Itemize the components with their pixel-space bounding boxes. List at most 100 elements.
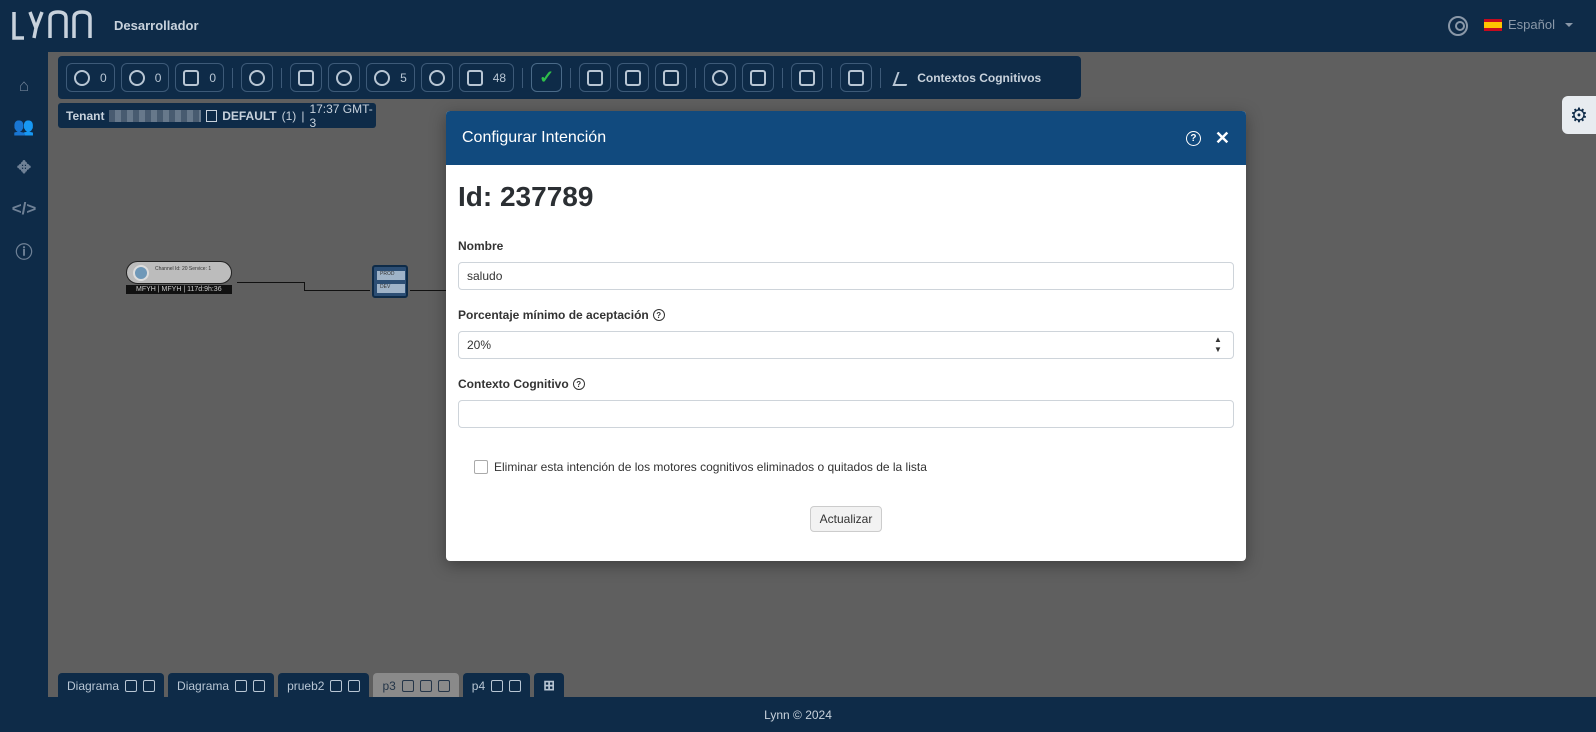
remove-intent-checkbox[interactable] [474, 460, 488, 474]
excel-button[interactable] [655, 63, 688, 92]
users-icon [74, 69, 90, 86]
name-field[interactable]: saludo [458, 262, 1234, 290]
spin-down-icon[interactable]: ▼ [1214, 345, 1222, 355]
tab-diagrama-1[interactable]: Diagrama [58, 673, 165, 698]
bar-chart-icon [298, 69, 315, 86]
edit-icon[interactable] [330, 679, 343, 692]
trash-icon[interactable] [253, 679, 266, 692]
separator [232, 67, 234, 88]
code-icon[interactable]: </> [12, 197, 37, 221]
tenant-name-redacted [109, 109, 201, 122]
cognitive-contexts-button[interactable]: Contextos Cognitivos [893, 70, 1041, 86]
bots-button[interactable]: 0 [175, 63, 225, 92]
name-label: Nombre [458, 239, 504, 253]
trash-icon[interactable] [348, 679, 361, 692]
validate-button[interactable]: ✓ [531, 63, 563, 92]
separator [880, 67, 882, 88]
settings-gear-icon[interactable]: ⚙ [1562, 96, 1596, 134]
upload-button[interactable] [617, 63, 650, 92]
at-sign-icon [336, 69, 353, 86]
context-field[interactable] [458, 400, 1234, 428]
home-icon[interactable]: ⌂ [12, 74, 36, 98]
plugins-button[interactable]: 48 [458, 63, 515, 92]
chevron-down-icon [1564, 22, 1573, 27]
users-icon[interactable]: 👥 [12, 115, 36, 139]
modal-title: Configurar Intención [462, 129, 607, 146]
tab-diagrama-2[interactable]: Diagrama [168, 673, 275, 698]
chat-icon [133, 265, 149, 281]
edit-icon[interactable] [491, 679, 504, 692]
tab-p4[interactable]: p4 [462, 673, 531, 698]
separator [831, 67, 833, 88]
cloud-upload-icon [712, 69, 729, 86]
trash-icon[interactable] [509, 679, 522, 692]
chats-button[interactable]: 0 [120, 63, 170, 92]
tab-prueb2[interactable]: prueb2 [278, 673, 370, 698]
help-icon[interactable]: ? [572, 378, 585, 390]
tab-p3[interactable]: p3 [373, 673, 459, 698]
edit-icon[interactable] [419, 679, 432, 692]
number-spinner[interactable]: ▲ ▼ [1207, 334, 1229, 356]
flow-icon[interactable]: ✥ [12, 156, 36, 180]
edit-icon[interactable] [125, 679, 138, 692]
bot-icon [183, 69, 200, 86]
cloud-upload-button[interactable] [704, 63, 737, 92]
cognitive-icon [893, 70, 911, 86]
toolbar: 0 0 0 5 48 ✓ Contextos Cognitivos [58, 56, 1081, 99]
channel-node[interactable]: Channel Id: 20 Service: 1 [126, 261, 232, 284]
sitemap-icon[interactable] [401, 679, 414, 692]
context-label: Contexto Cognitivo ? [458, 377, 1234, 391]
clean-button[interactable] [742, 63, 775, 92]
help-icon[interactable]: ? [1185, 130, 1201, 146]
spain-flag-icon [1484, 18, 1502, 31]
tenant-label: Tenant [66, 108, 105, 123]
trash-icon[interactable] [437, 679, 450, 692]
percent-label: Porcentaje mínimo de aceptación ? [458, 308, 1234, 322]
user-icon[interactable] [1448, 16, 1468, 36]
collapse-button[interactable] [840, 63, 873, 92]
location-button[interactable] [420, 63, 453, 92]
remove-intent-option[interactable]: Eliminar esta intención de los motores c… [474, 460, 1234, 474]
environment-node[interactable]: PROD DEV [372, 265, 408, 298]
megaphone-icon [799, 69, 816, 86]
role-label: Desarrollador [114, 18, 199, 33]
spin-up-icon[interactable]: ▲ [1214, 335, 1222, 345]
separator [281, 67, 283, 88]
tenant-env: DEFAULT [222, 108, 277, 123]
connector-line [410, 290, 446, 291]
messages-button[interactable] [241, 63, 274, 92]
info-icon[interactable]: ⓘ [12, 238, 36, 262]
trash-icon[interactable] [143, 679, 156, 692]
tenant-count: (1) [281, 108, 297, 123]
help-icon[interactable]: ? [652, 309, 665, 321]
download-button[interactable] [579, 63, 612, 92]
footer: Lynn © 2024 [0, 699, 1596, 732]
add-tab-button[interactable]: ⊞ [534, 673, 565, 698]
percent-field[interactable]: 20% ▲ ▼ [458, 331, 1234, 359]
language-selector[interactable]: Español [1484, 17, 1573, 32]
agents-button[interactable]: 0 [66, 63, 115, 92]
close-icon[interactable]: ✕ [1215, 128, 1230, 149]
broadcast-button[interactable] [791, 63, 824, 92]
plus-square-icon: ⊞ [543, 677, 556, 693]
stats-button[interactable] [290, 63, 323, 92]
edit-icon[interactable] [235, 679, 248, 692]
configure-intent-modal: Configurar Intención ? ✕ Id: 237789 Nomb… [446, 111, 1246, 561]
arrows-in-icon [848, 69, 865, 86]
email-button[interactable] [328, 63, 361, 92]
map-pin-icon [428, 69, 445, 86]
puzzle-icon [466, 69, 483, 86]
dev-slot: DEV [376, 283, 406, 294]
language-label: Español [1508, 17, 1555, 32]
update-button[interactable]: Actualizar [809, 506, 883, 532]
diagram-tabs: Diagrama Diagrama prueb2 p3 p4 ⊞ [58, 673, 565, 698]
channel-node-caption: MFYH | MFYH | 117d:9h:36 [126, 285, 232, 294]
separator [782, 67, 784, 88]
broom-icon [750, 69, 767, 86]
connector-line [237, 282, 304, 283]
search-button[interactable]: 5 [366, 63, 415, 92]
lynn-logo[interactable] [12, 8, 98, 42]
sidebar: ⌂ 👥 ✥ </> ⓘ [0, 52, 48, 732]
tenant-time: 17:37 GMT-3 [309, 101, 373, 130]
modal-body: Id: 237789 Nombre saludo Porcentaje míni… [446, 165, 1246, 548]
